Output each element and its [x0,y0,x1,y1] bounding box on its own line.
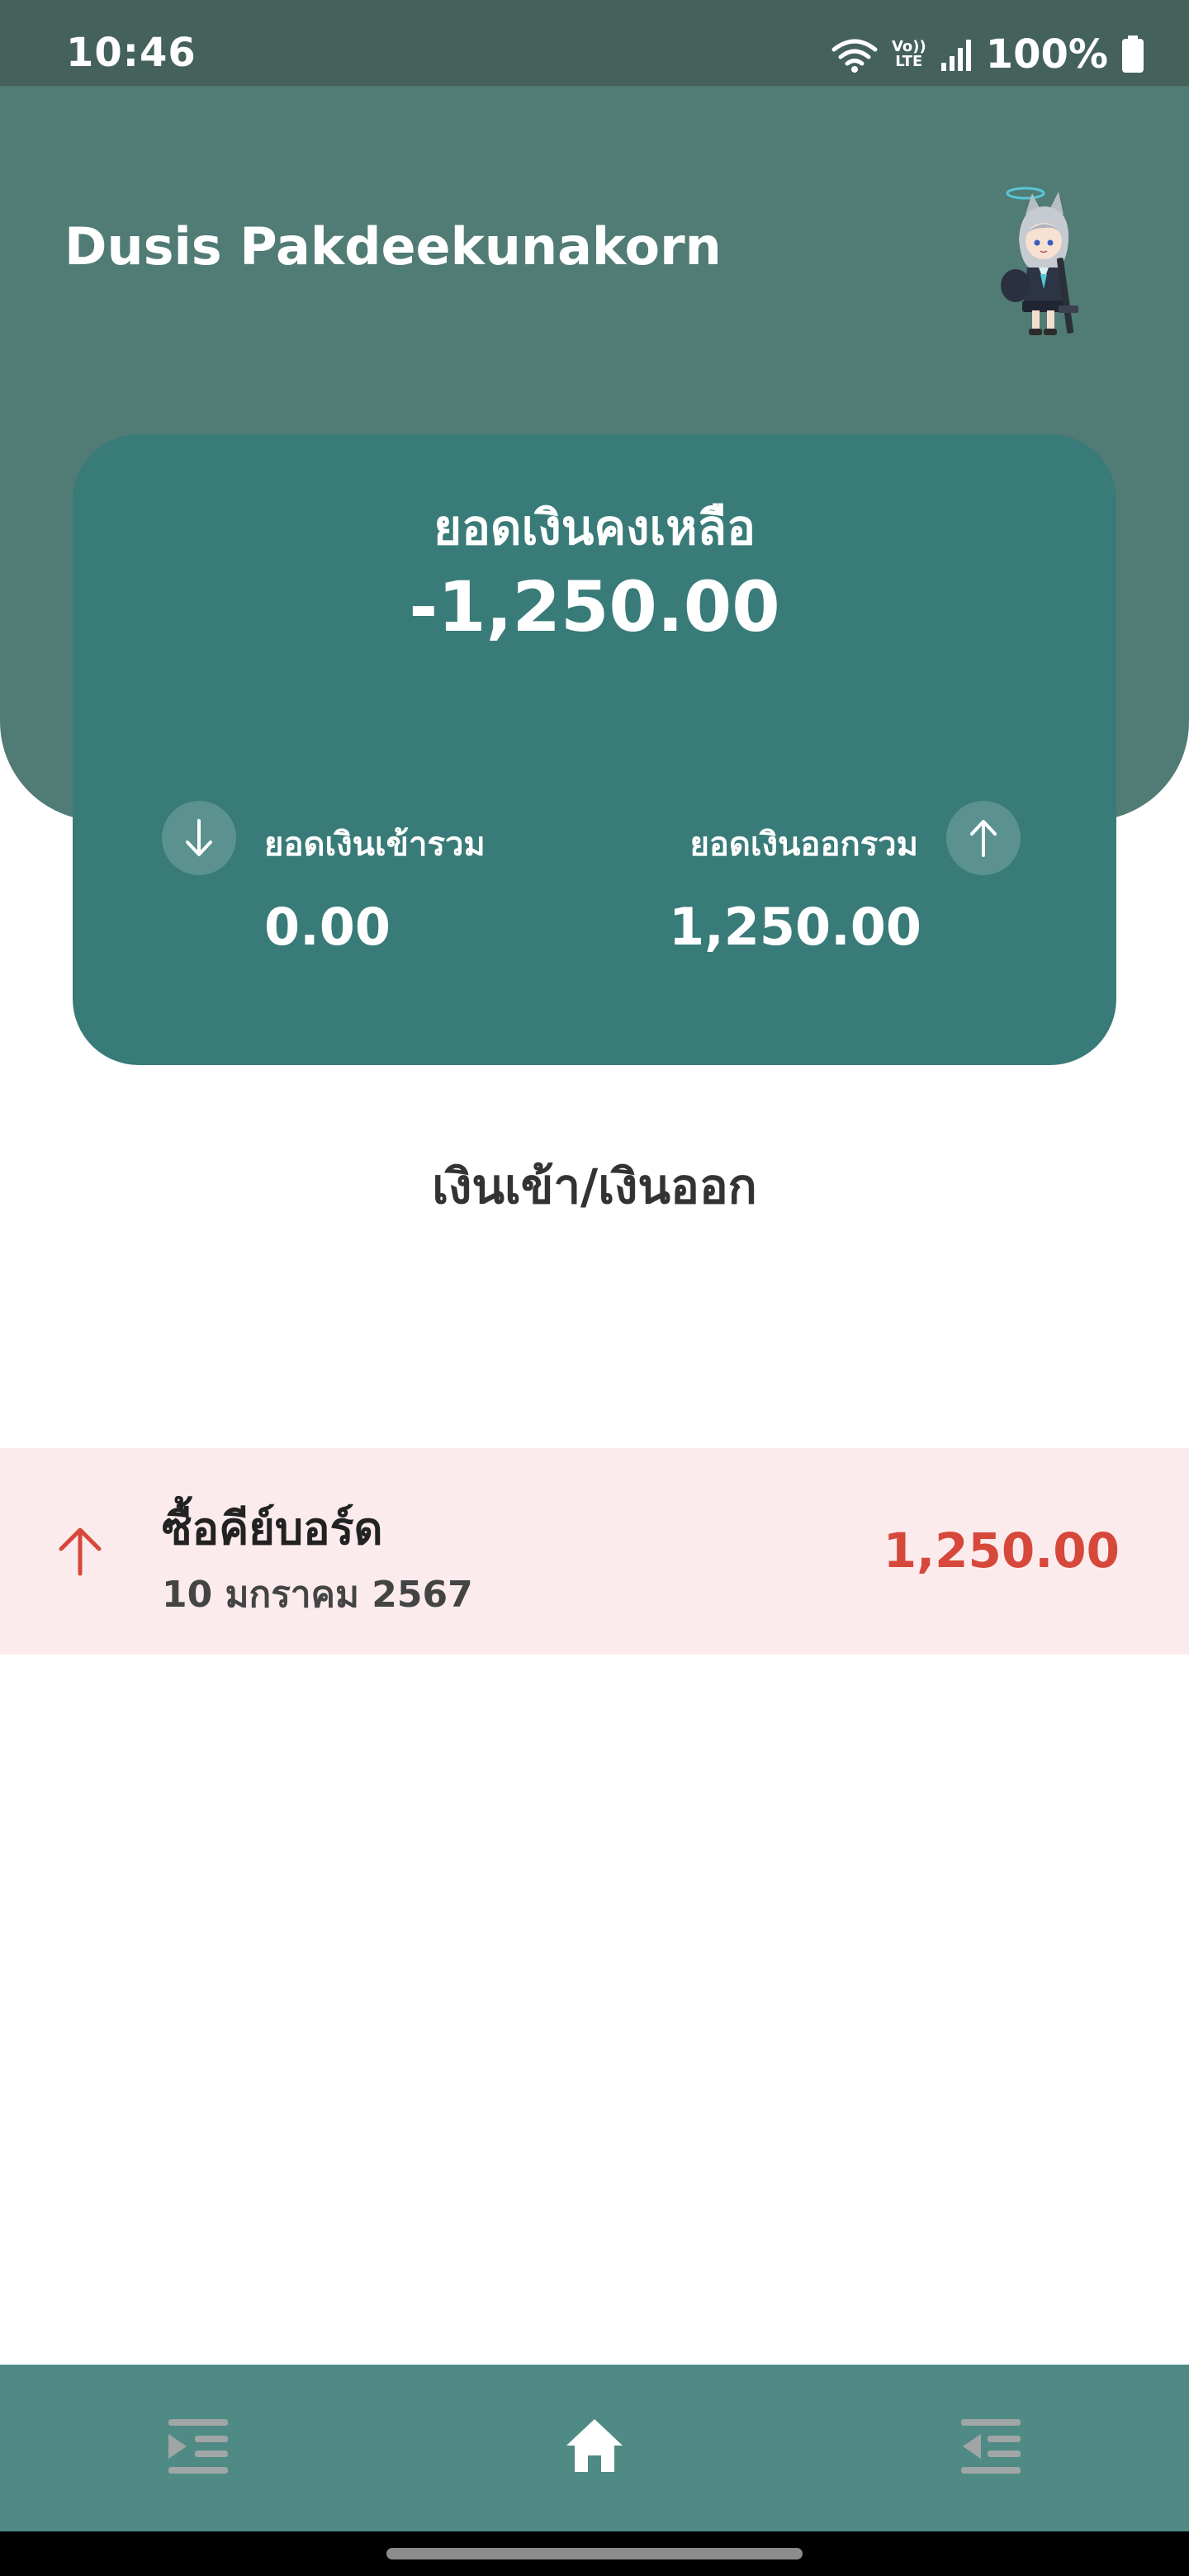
arrow-up-icon [946,801,1021,875]
balance-card: ยอดเงินคงเหลือ -1,250.00 ยอดเงินเข้ารวม … [73,434,1116,1065]
user-name: Dusis Pakdeekunakorn [64,216,722,277]
battery-icon [1121,36,1144,73]
income-total-label: ยอดเงินเข้ารวม [264,826,486,864]
status-bar: 10:46 Vo)) LTE 100% [0,0,1189,86]
home-icon [561,2413,628,2482]
transaction-amount: 1,250.00 [883,1522,1120,1579]
balance-value: -1,250.00 [409,566,780,647]
chibi-character-avatar[interactable] [991,182,1098,339]
status-time: 10:46 [66,30,197,76]
volte-icon: Vo)) LTE [892,40,926,69]
transaction-row[interactable]: ซื้อคีย์บอร์ด 10 มกราคม 2567 1,250.00 [0,1448,1189,1655]
income-total-value: 0.00 [264,897,391,957]
system-navigation-bar [0,2531,1189,2576]
transaction-title: ซื้อคีย์บอร์ด [162,1503,383,1555]
wifi-icon [831,36,879,73]
volte-bottom-text: LTE [895,53,923,70]
arrow-down-icon [162,801,236,875]
balance-label: ยอดเงินคงเหลือ [433,500,756,556]
gesture-handle[interactable] [386,2548,803,2559]
section-title: เงินเข้า/เงินออก [432,1158,757,1215]
battery-percent: 100% [985,31,1108,78]
status-icons: Vo)) LTE 100% [831,30,1144,79]
nav-home-button[interactable] [553,2406,636,2488]
indent-menu-icon [165,2413,231,2482]
nav-expense-button[interactable] [950,2406,1032,2488]
bottom-nav [0,2365,1189,2531]
arrow-up-icon [51,1522,109,1580]
outdent-menu-icon [958,2413,1024,2482]
expense-total-label: ยอดเงินออกรวม [689,826,918,864]
nav-income-button[interactable] [157,2406,239,2488]
signal-icon [940,36,973,73]
expense-total-value: 1,250.00 [669,897,921,957]
transaction-date: 10 มกราคม 2567 [162,1574,473,1616]
